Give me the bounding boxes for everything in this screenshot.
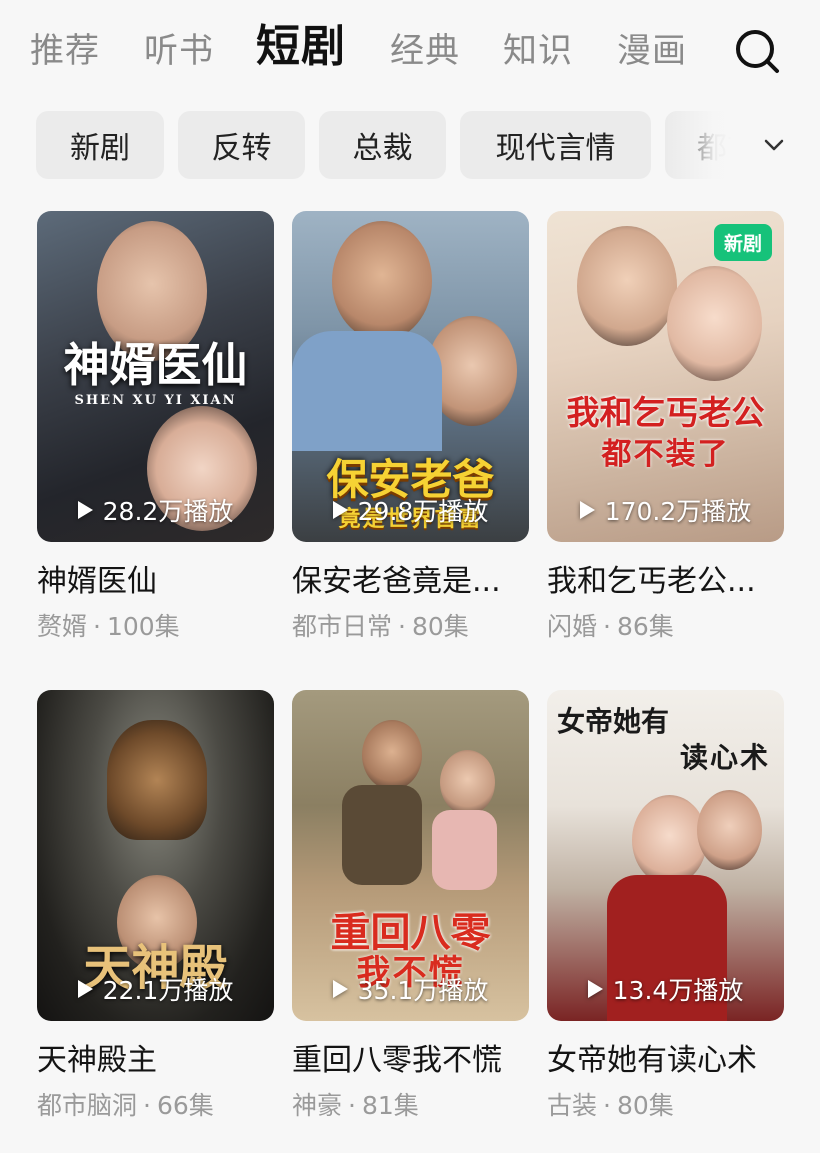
tab-audiobook[interactable]: 听书 <box>144 28 214 74</box>
drama-card[interactable]: 女帝她有 读心术 13.4万播放 女帝她有读心术 古装 · 80集 <box>547 690 784 1123</box>
card-episodes: 100集 <box>106 612 180 641</box>
uniform-shape <box>292 331 442 451</box>
chip-ceo[interactable]: 总裁 <box>319 111 446 179</box>
poster-subtitle: 读心术 <box>679 741 770 774</box>
card-genre: 都市日常 <box>292 612 393 641</box>
card-meta: 闪婚 · 86集 <box>547 612 674 641</box>
figure-shape <box>432 810 497 890</box>
tab-knowledge[interactable]: 知识 <box>503 28 573 74</box>
play-count-text: 29.8万播放 <box>357 497 489 526</box>
poster-image[interactable]: 保安老爸 竟是世界首富 29.8万播放 <box>292 211 529 542</box>
poster-image[interactable]: 天神殿 22.1万播放 <box>37 690 274 1021</box>
play-count-text: 35.1万播放 <box>357 976 489 1005</box>
figure-shape <box>342 785 422 885</box>
poster-title: 我和乞丐老公 <box>566 393 765 432</box>
drama-card[interactable]: 神婿医仙 SHEN XU YI XIAN 28.2万播放 神婿医仙 赘婿 · 100… <box>37 211 274 644</box>
filter-chip-bar: 新剧 反转 总裁 现代言情 都市 <box>36 111 776 179</box>
tab-short-drama[interactable]: 短剧 <box>256 20 346 74</box>
poster-image[interactable]: 我和乞丐老公 都不装了 新剧 170.2万播放 <box>547 211 784 542</box>
play-count: 35.1万播放 <box>292 971 529 1007</box>
card-title[interactable]: 神婿医仙 <box>37 562 274 602</box>
chip-twist[interactable]: 反转 <box>178 111 305 179</box>
drama-card[interactable]: 重回八零 我不慌 35.1万播放 重回八零我不慌 神豪 · 81集 <box>292 690 529 1123</box>
poster-subtitle: 都不装了 <box>601 437 730 472</box>
dragon-shape <box>107 720 207 840</box>
card-genre: 古装 <box>547 1091 598 1120</box>
play-icon <box>77 980 93 998</box>
play-count: 29.8万播放 <box>292 492 529 528</box>
card-meta: 古装 · 80集 <box>547 1091 674 1120</box>
expand-filters-button[interactable] <box>760 131 788 159</box>
tab-classic[interactable]: 经典 <box>390 28 460 74</box>
play-icon <box>332 980 348 998</box>
play-icon <box>332 501 348 519</box>
play-icon <box>587 980 603 998</box>
chip-new[interactable]: 新剧 <box>36 111 164 179</box>
tab-comics[interactable]: 漫画 <box>617 28 687 74</box>
card-genre: 神豪 <box>292 1091 343 1120</box>
card-title[interactable]: 女帝她有读心术 <box>547 1041 784 1081</box>
search-button[interactable] <box>734 28 780 74</box>
poster-title: 神婿医仙 <box>63 338 248 392</box>
card-title[interactable]: 重回八零我不慌 <box>292 1041 529 1081</box>
card-genre: 都市脑洞 <box>37 1091 138 1120</box>
search-icon <box>736 30 779 73</box>
chevron-down-icon <box>764 139 784 151</box>
card-episodes: 80集 <box>411 612 469 641</box>
top-tab-bar: 推荐 听书 短剧 经典 知识 漫画 <box>0 0 820 100</box>
play-count-text: 170.2万播放 <box>604 497 752 526</box>
play-count: 13.4万播放 <box>547 971 784 1007</box>
card-title[interactable]: 我和乞丐老公... <box>547 562 784 602</box>
poster-subtitle: SHEN XU YI XIAN <box>74 393 237 408</box>
poster-image[interactable]: 神婿医仙 SHEN XU YI XIAN 28.2万播放 <box>37 211 274 542</box>
card-meta: 神豪 · 81集 <box>292 1091 419 1120</box>
play-count: 28.2万播放 <box>37 492 274 528</box>
tab-recommend[interactable]: 推荐 <box>30 28 100 74</box>
chip-modern-romance[interactable]: 现代言情 <box>460 111 651 179</box>
play-icon <box>579 501 595 519</box>
card-title[interactable]: 天神殿主 <box>37 1041 274 1081</box>
card-episodes: 80集 <box>616 1091 674 1120</box>
drama-card[interactable]: 保安老爸 竟是世界首富 29.8万播放 保安老爸竟是... 都市日常 · 80集 <box>292 211 529 644</box>
play-count-text: 13.4万播放 <box>612 976 744 1005</box>
card-genre: 赘婿 <box>37 612 88 641</box>
card-title[interactable]: 保安老爸竟是... <box>292 562 529 602</box>
card-meta: 都市脑洞 · 66集 <box>37 1091 214 1120</box>
card-genre: 闪婚 <box>547 612 598 641</box>
play-count: 22.1万播放 <box>37 971 274 1007</box>
card-meta: 都市日常 · 80集 <box>292 612 469 641</box>
new-badge: 新剧 <box>713 224 772 261</box>
poster-image[interactable]: 女帝她有 读心术 13.4万播放 <box>547 690 784 1021</box>
play-count: 170.2万播放 <box>547 492 784 528</box>
card-meta: 赘婿 · 100集 <box>37 612 180 641</box>
play-count-text: 22.1万播放 <box>102 976 234 1005</box>
drama-card[interactable]: 我和乞丐老公 都不装了 新剧 170.2万播放 我和乞丐老公... 闪婚 · 86集 <box>547 211 784 644</box>
drama-card[interactable]: 天神殿 22.1万播放 天神殿主 都市脑洞 · 66集 <box>37 690 274 1123</box>
poster-image[interactable]: 重回八零 我不慌 35.1万播放 <box>292 690 529 1021</box>
card-episodes: 81集 <box>361 1091 419 1120</box>
card-episodes: 86集 <box>616 612 674 641</box>
play-count-text: 28.2万播放 <box>102 497 234 526</box>
play-icon <box>77 501 93 519</box>
poster-title: 女帝她有 <box>557 705 670 738</box>
card-episodes: 66集 <box>156 1091 214 1120</box>
